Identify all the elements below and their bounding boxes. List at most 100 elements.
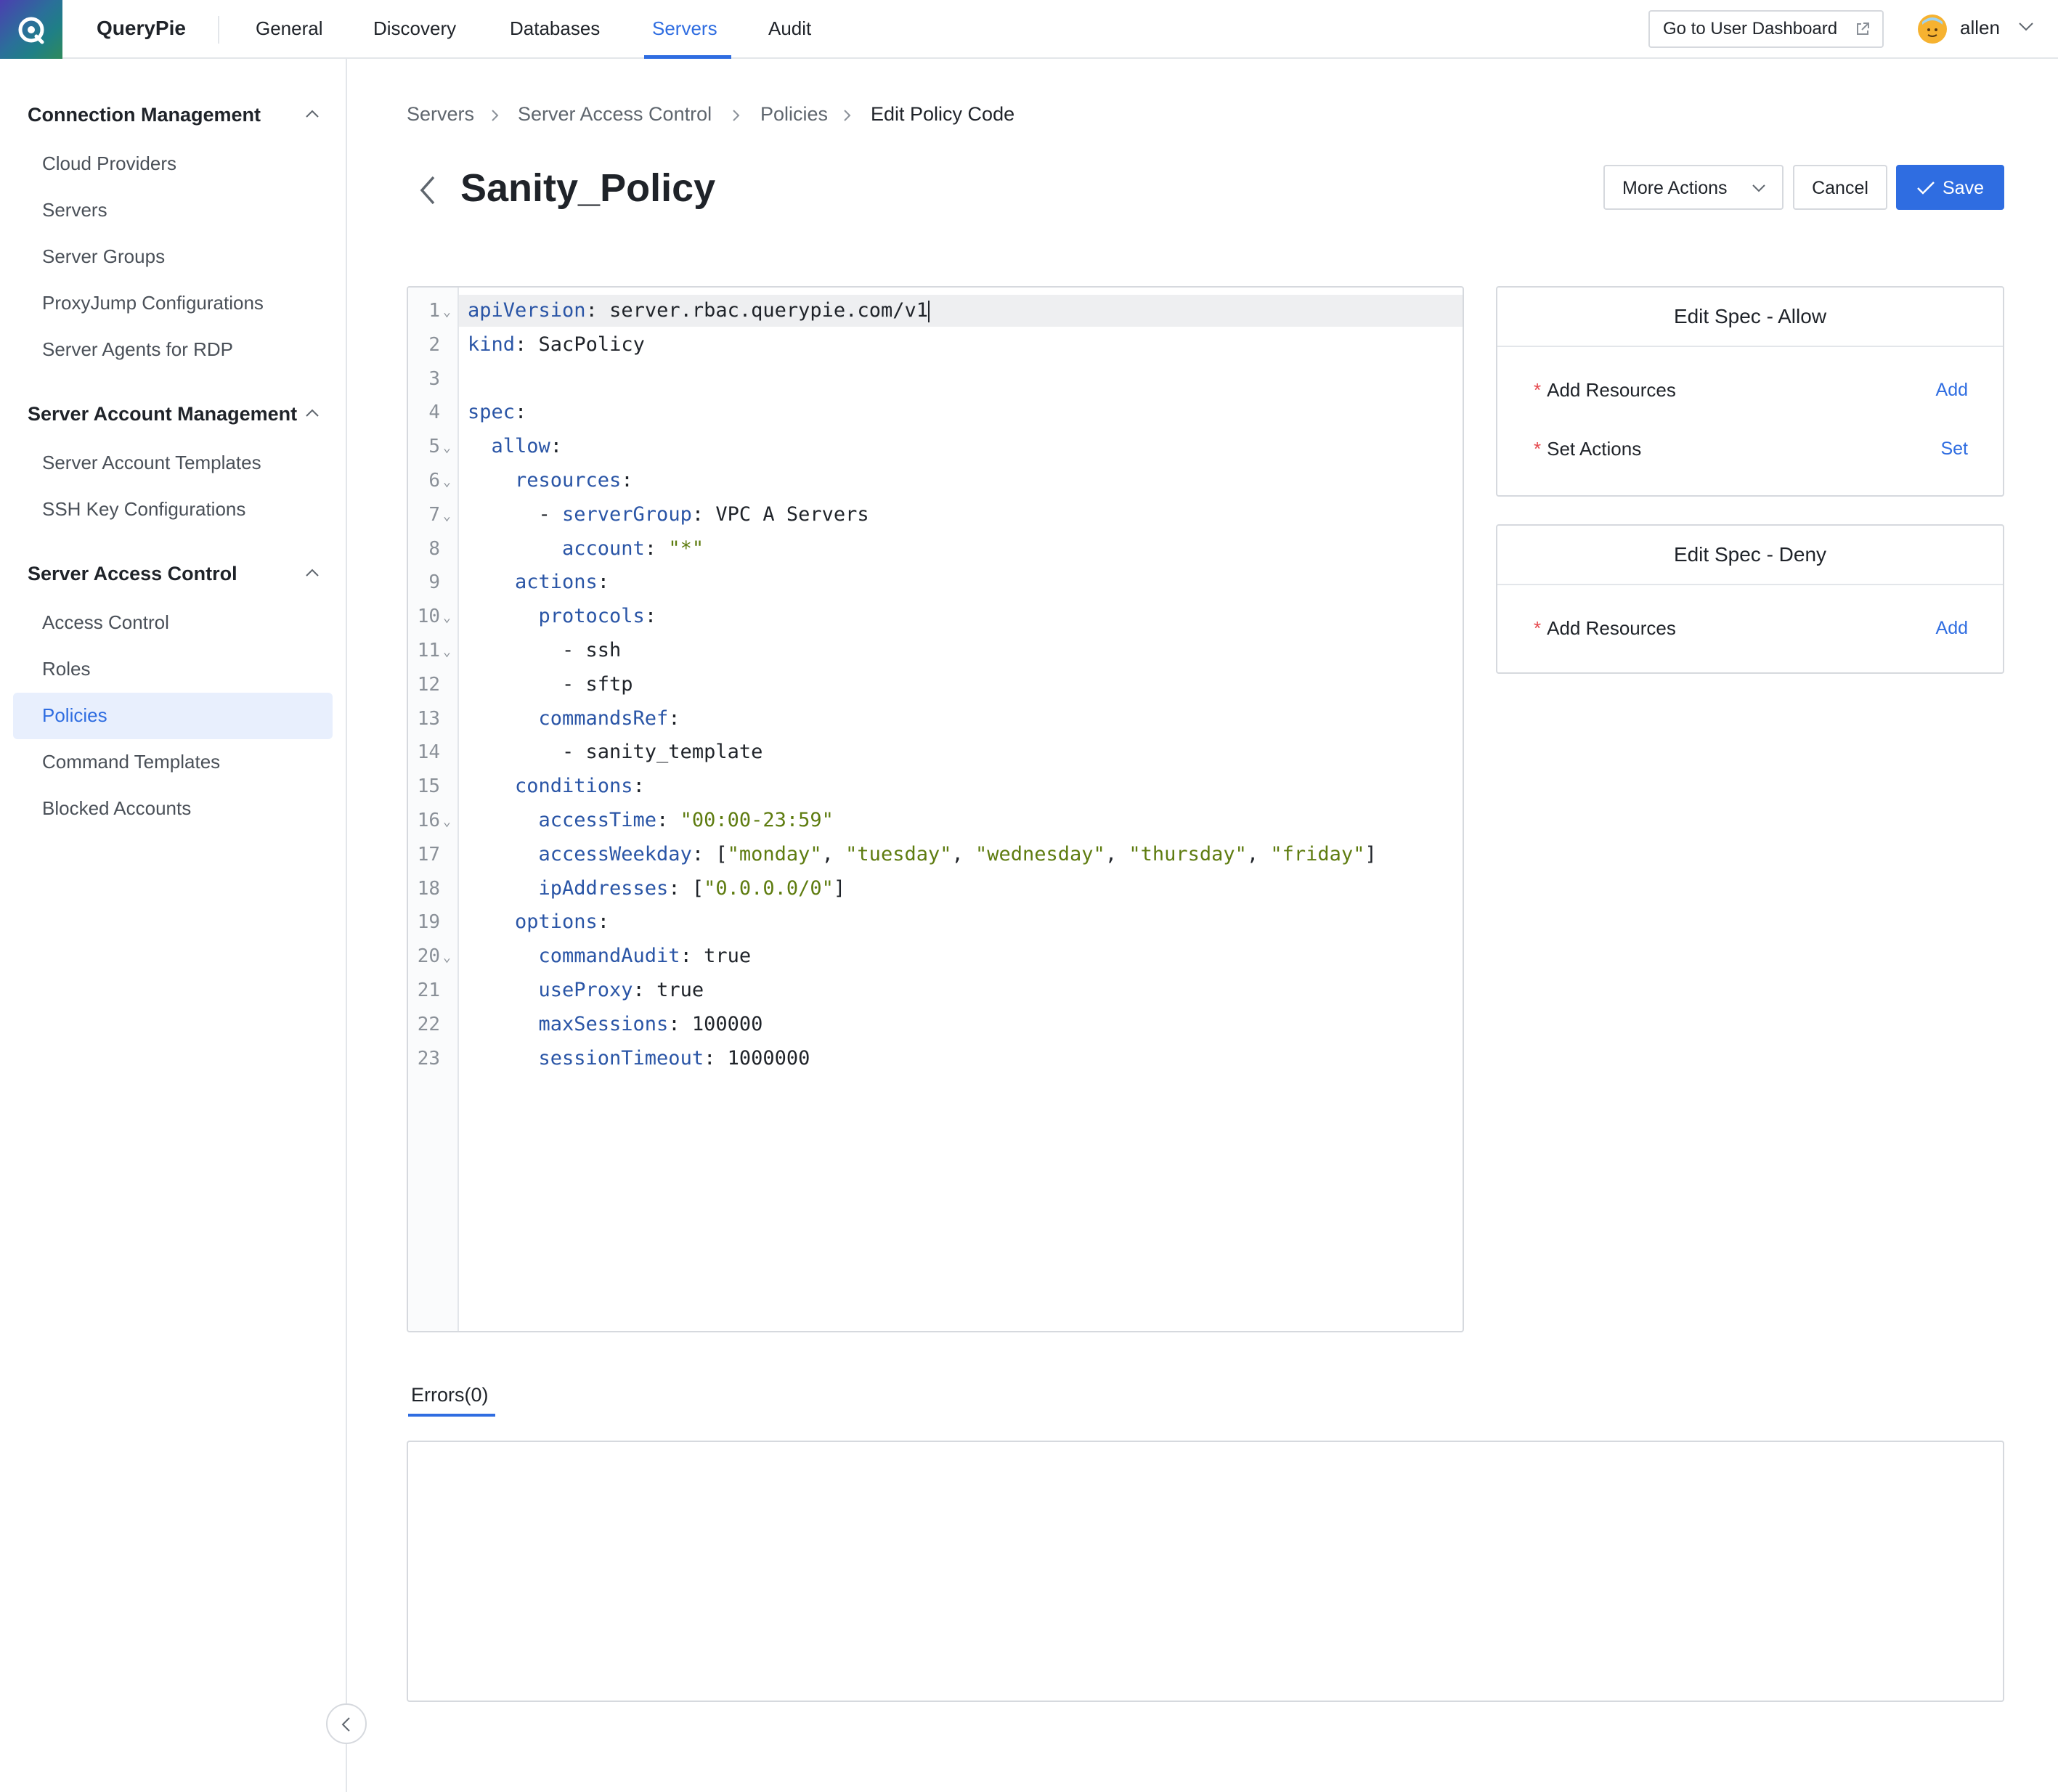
sidebar-item-command-templates[interactable]: Command Templates [42,751,220,773]
code-line[interactable]: 18 ipAddresses: ["0.0.0.0/0"] [408,872,1463,906]
more-actions-button[interactable]: More Actions [1603,165,1784,210]
line-number: 11 [417,640,440,661]
code-line[interactable]: 15 conditions: [408,770,1463,804]
sidebar-group-connection-management[interactable]: Connection Management [28,104,261,126]
code-line[interactable]: 2 kind: SacPolicy [408,328,1463,362]
breadcrumb-server-access-control[interactable]: Server Access Control [518,103,712,126]
code-text: conditions: [515,775,645,798]
code-line[interactable]: 7 ⌄ - serverGroup: VPC A Servers [408,498,1463,534]
breadcrumb-servers[interactable]: Servers [407,103,474,126]
cancel-button[interactable]: Cancel [1793,165,1887,210]
sidebar-item-servers[interactable]: Servers [42,199,107,221]
fold-toggle-icon[interactable]: ⌄ [443,296,451,330]
nav-general[interactable]: General [256,17,323,40]
line-number: 3 [428,367,440,390]
allow-add-resources-label: * Add Resources [1534,379,1676,402]
fold-toggle-icon[interactable]: ⌄ [443,805,451,839]
code-text: actions: [515,571,610,594]
policy-code-editor[interactable]: 1 ⌄ apiVersion: server.rbac.querypie.com/v… [407,286,1464,1332]
sidebar-item-policies[interactable]: Policies [42,704,107,727]
code-line[interactable]: 3 [408,362,1463,396]
querypie-logo-icon[interactable] [0,0,62,59]
more-actions-label: More Actions [1622,178,1728,198]
code-line[interactable]: 16 ⌄ accessTime: "00:00-23:59" [408,804,1463,839]
code-text: - ssh [562,639,622,661]
code-line[interactable]: 6 ⌄ resources: [408,464,1463,500]
sidebar-item-access-control[interactable]: Access Control [42,611,169,634]
chevron-up-icon[interactable] [305,569,320,577]
nav-discovery[interactable]: Discovery [373,17,456,40]
nav-audit[interactable]: Audit [768,17,811,40]
code-text: account: "*" [562,537,704,560]
sidebar-item-proxyjump-configurations[interactable]: ProxyJump Configurations [42,292,264,314]
sidebar-item-server-account-templates[interactable]: Server Account Templates [42,452,261,474]
sidebar-item-blocked-accounts[interactable]: Blocked Accounts [42,797,191,820]
dashboard-button-label: Go to User Dashboard [1663,19,1838,38]
chevron-down-icon[interactable] [2018,22,2034,32]
avatar[interactable] [1918,15,1947,44]
sidebar-item-roles[interactable]: Roles [42,658,90,680]
nav-active-indicator [644,55,731,59]
page-title: Sanity_Policy [460,166,716,210]
code-text: - sftp [562,672,633,696]
sidebar-item-ssh-key-configurations[interactable]: SSH Key Configurations [42,498,245,521]
line-number: 7 [428,503,440,526]
code-text: allow: [491,435,563,458]
fold-toggle-icon[interactable]: ⌄ [443,431,451,465]
line-number: 16 [417,810,440,831]
save-button-label: Save [1943,178,1984,198]
code-line[interactable]: 17 accessWeekday: ["monday", "tuesday", "… [408,838,1463,872]
back-arrow-icon[interactable] [418,174,436,206]
code-line[interactable]: 12 - sftp [408,668,1463,702]
code-line[interactable]: 5 ⌄ allow: [408,430,1463,465]
chevron-up-icon[interactable] [305,409,320,418]
save-button[interactable]: Save [1896,165,2004,210]
nav-databases[interactable]: Databases [510,17,600,40]
go-to-user-dashboard-button[interactable]: Go to User Dashboard [1648,10,1884,48]
allow-add-resources-button[interactable]: Add [1936,380,1968,401]
code-line[interactable]: 20 ⌄ commandAudit: true [408,940,1463,975]
edit-spec-deny-panel: Edit Spec - Deny * Add Resources Add [1496,524,2004,674]
code-line[interactable]: 13 commandsRef: [408,702,1463,736]
fold-toggle-icon[interactable]: ⌄ [443,941,451,975]
line-number: 4 [428,402,440,424]
code-line[interactable]: 4 spec: [408,396,1463,430]
chevron-up-icon[interactable] [305,110,320,118]
fold-toggle-icon[interactable]: ⌄ [443,465,451,500]
sidebar-collapse-button[interactable] [326,1703,367,1744]
allow-set-actions-button[interactable]: Set [1940,439,1968,460]
fold-toggle-icon[interactable]: ⌄ [443,601,451,635]
sidebar-group-server-access-control[interactable]: Server Access Control [28,563,237,585]
fold-toggle-icon[interactable]: ⌄ [443,500,451,534]
fold-toggle-icon[interactable]: ⌄ [443,635,451,669]
code-text: - serverGroup: VPC A Servers [538,502,869,526]
code-line[interactable]: 8 account: "*" [408,532,1463,566]
code-line[interactable]: 1 ⌄ apiVersion: server.rbac.querypie.com/v… [408,294,1463,330]
code-line[interactable]: 11 ⌄ - ssh [408,634,1463,669]
sidebar-item-cloud-providers[interactable]: Cloud Providers [42,152,176,175]
brand-divider [218,16,219,44]
line-number: 10 [417,606,440,628]
code-line[interactable]: 9 actions: [408,566,1463,600]
code-line[interactable]: 22 maxSessions: 100000 [408,1008,1463,1042]
sidebar-item-server-groups[interactable]: Server Groups [42,245,165,268]
code-text: useProxy: true [538,979,704,1001]
code-line[interactable]: 19 options: [408,905,1463,940]
nav-servers[interactable]: Servers [652,17,717,40]
line-number: 22 [417,1013,440,1035]
tab-errors[interactable]: Errors(0) [411,1384,489,1406]
brand-name: QueryPie [97,17,186,39]
deny-add-resources-button[interactable]: Add [1936,618,1968,639]
code-line[interactable]: 23 sessionTimeout: 1000000 [408,1042,1463,1076]
breadcrumb-policies[interactable]: Policies [760,103,828,126]
code-line[interactable]: 14 - sanity_template [408,736,1463,770]
chevron-right-icon [733,110,740,121]
code-line[interactable]: 21 useProxy: true [408,974,1463,1008]
chevron-right-icon [844,110,851,121]
allow-add-resources-text: Add Resources [1547,379,1676,401]
sidebar-item-server-agents-for-rdp[interactable]: Server Agents for RDP [42,338,233,361]
sidebar-group-server-account-management[interactable]: Server Account Management [28,403,297,425]
code-line[interactable]: 10 ⌄ protocols: [408,600,1463,635]
user-name[interactable]: allen [1960,17,2000,39]
code-text: accessWeekday: ["monday", "tuesday", "we… [538,842,1377,866]
